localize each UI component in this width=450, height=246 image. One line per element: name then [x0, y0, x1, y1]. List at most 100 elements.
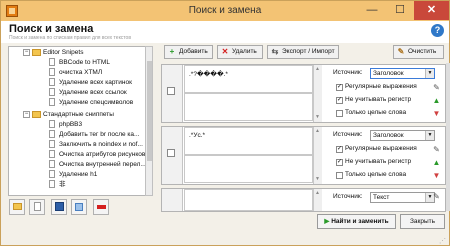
ignore-case-checkbox[interactable]: ✓ — [336, 97, 343, 104]
row-rail — [162, 127, 183, 184]
tree-item[interactable]: Удаление h1 — [49, 170, 151, 179]
close-window-button[interactable]: ✕ — [414, 1, 449, 20]
chevron-down-icon: ▼ — [425, 69, 434, 78]
tree-item[interactable]: 非 — [49, 180, 151, 189]
tree-item[interactable]: Заключить в noindex и nof... — [49, 140, 151, 149]
tree-item[interactable]: очистка XTMЛ — [49, 68, 151, 77]
scrollbar-thumb[interactable] — [147, 61, 152, 161]
tree-item-label: очистка XTMЛ — [59, 69, 103, 76]
source-select[interactable]: Заголовок ▼ — [370, 68, 435, 79]
ignore-case-label: Не учитывать регистр — [345, 96, 412, 103]
tree-group-standard-snippets[interactable]: − Стандартные сниппеты — [23, 110, 114, 119]
scroll-up-icon[interactable]: ▲ — [315, 190, 320, 196]
title-bar[interactable]: Поиск и замена — ☐ ✕ — [1, 1, 449, 21]
collapse-icon[interactable]: − — [23, 48, 30, 56]
new-file-button[interactable] — [29, 199, 45, 215]
find-replace-button[interactable]: ▶ Найти и заменить — [317, 214, 396, 229]
folder-icon — [32, 48, 41, 56]
document-icon — [49, 170, 55, 179]
editor-scrollbar[interactable]: ▲ ▼ — [313, 65, 322, 122]
find-pattern-input[interactable]: .*Уc.* — [184, 127, 313, 155]
tree-item[interactable]: Очистка внутренней перел... — [49, 160, 151, 169]
replace-input[interactable] — [184, 93, 313, 121]
move-up-icon[interactable]: ▲ — [432, 96, 441, 105]
ignore-case-label: Не учитывать регистр — [345, 158, 412, 165]
whole-words-label: Только целые слова — [345, 109, 407, 116]
edit-icon[interactable]: ✎ — [432, 192, 441, 201]
scroll-down-icon[interactable]: ▼ — [315, 176, 320, 182]
find-replace-label: Найти и заменить — [331, 218, 389, 225]
whole-words-label: Только целые слова — [345, 171, 407, 178]
document-icon — [33, 202, 41, 211]
clear-button[interactable]: ✎ Очистить — [393, 45, 444, 59]
tree-item-label: phpBB3 — [59, 121, 83, 128]
tree-item[interactable]: Удаление всех ссылок — [49, 88, 151, 97]
help-icon[interactable]: ? — [431, 24, 444, 37]
new-folder-button[interactable] — [9, 199, 25, 215]
tree-item-label: Удаление спецсимволов — [59, 99, 134, 106]
row-select-checkbox[interactable] — [167, 87, 175, 95]
tree-item[interactable]: Добавить тег br после ка... — [49, 130, 151, 139]
row-select-checkbox[interactable] — [167, 149, 175, 157]
move-up-icon[interactable]: ▲ — [432, 158, 441, 167]
delete-button[interactable]: ✕ Удалить — [217, 45, 263, 59]
export-import-button[interactable]: ⇆ Экспорт / Импорт — [267, 45, 339, 59]
regex-label: Регулярные выражения — [345, 83, 417, 90]
copy-button[interactable] — [71, 199, 87, 215]
close-button[interactable]: Закрыть — [400, 214, 445, 229]
export-button-label: Экспорт / Импорт — [282, 48, 335, 55]
maximize-button[interactable]: ☐ — [386, 1, 414, 20]
tree-group-editor-snipets[interactable]: − Editor Snipets — [23, 48, 83, 57]
scroll-up-icon[interactable]: ▲ — [315, 66, 320, 72]
document-icon — [49, 120, 55, 129]
tree-item[interactable]: phpBB3 — [49, 120, 151, 129]
tree-item[interactable]: Удаление спецсимволов — [49, 98, 151, 107]
tree-item[interactable]: BBCode to HTML — [49, 58, 151, 67]
find-pattern-input[interactable]: .*?����.* — [184, 65, 313, 93]
tree-item[interactable]: Очистка атрибутов рисунков — [49, 150, 151, 159]
editor-scrollbar[interactable]: ▲ ▼ — [313, 127, 322, 184]
whole-words-checkbox[interactable] — [336, 110, 343, 117]
tree-item-label: Удаление h1 — [59, 171, 98, 178]
tree-item[interactable]: Удаление всех картинок — [49, 78, 151, 87]
tree-group-label: Editor Snipets — [43, 49, 84, 56]
minimize-button[interactable]: — — [358, 1, 386, 20]
move-down-icon[interactable]: ▼ — [432, 109, 441, 118]
edit-icon[interactable]: ✎ — [432, 145, 441, 154]
source-value: Заголовок — [373, 70, 404, 77]
regex-checkbox[interactable]: ✓ — [336, 84, 343, 91]
scroll-down-icon[interactable]: ▼ — [315, 114, 320, 120]
move-down-icon[interactable]: ▼ — [432, 171, 441, 180]
rules-scrollbar[interactable] — [446, 63, 450, 211]
whole-words-checkbox[interactable] — [336, 172, 343, 179]
save-button[interactable] — [51, 199, 67, 215]
tree-scrollbar[interactable] — [145, 46, 153, 196]
collapse-icon[interactable]: − — [23, 110, 30, 118]
row-rail — [162, 65, 183, 122]
find-pattern-input[interactable] — [184, 189, 313, 211]
document-icon — [49, 150, 55, 159]
row-rail — [162, 189, 183, 211]
replace-input[interactable] — [184, 155, 313, 183]
edit-icon[interactable]: ✎ — [432, 83, 441, 92]
source-label: Источник: — [333, 131, 363, 138]
source-select[interactable]: Текст ▼ — [370, 192, 435, 203]
regex-label: Регулярные выражения — [345, 145, 417, 152]
editor-scrollbar[interactable]: ▲ — [313, 189, 322, 211]
regex-checkbox[interactable]: ✓ — [336, 146, 343, 153]
tree-item-label: Заключить в noindex и nof... — [59, 141, 143, 148]
add-button[interactable]: + Добавить — [164, 45, 213, 59]
delete-item-button[interactable] — [93, 199, 109, 215]
document-icon — [49, 160, 55, 169]
source-select[interactable]: Заголовок ▼ — [370, 130, 435, 141]
ignore-case-checkbox[interactable]: ✓ — [336, 159, 343, 166]
tree-group-label: Стандартные сниппеты — [43, 111, 114, 118]
plus-icon: + — [169, 47, 175, 56]
tree-item-label: Добавить тег br после ка... — [59, 131, 140, 138]
tree-item-label: Очистка внутренней перел... — [59, 161, 146, 168]
rules-tree[interactable]: − Editor Snipets BBCode to HTML очистка X… — [8, 46, 152, 196]
resize-grip-icon[interactable]: ⋰ — [439, 237, 446, 245]
rule-row: .*?����.* ▲ ▼ Источник: Заголовок ▼ ✓ Регу… — [161, 64, 446, 123]
scroll-up-icon[interactable]: ▲ — [315, 128, 320, 134]
clear-button-label: Очистить — [408, 48, 437, 55]
